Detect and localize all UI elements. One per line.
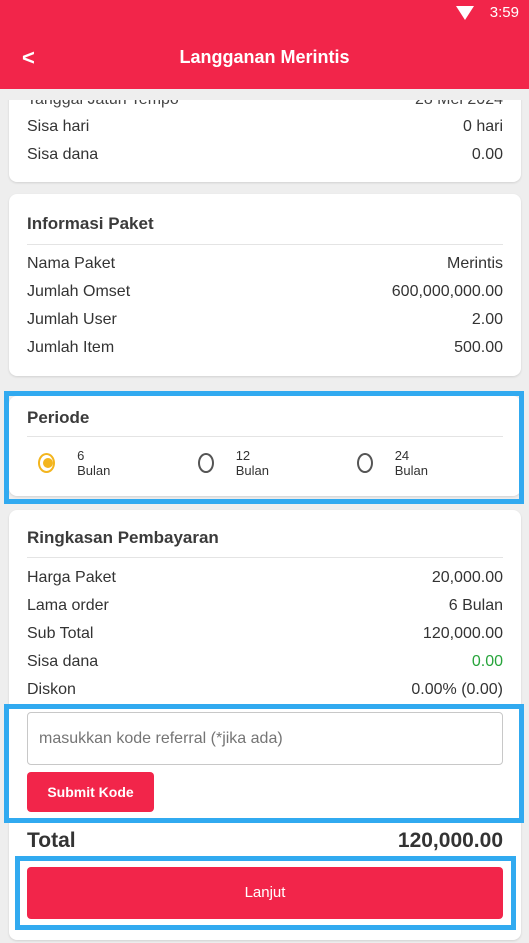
package-info-card: Informasi Paket Nama Paket Merintis Juml… bbox=[9, 194, 521, 376]
remaining-funds-label: Sisa dana bbox=[27, 146, 99, 163]
discount-row: Diskon 0.00% (0.00) bbox=[27, 678, 503, 702]
referral-code-input[interactable] bbox=[27, 712, 503, 765]
turnover-value: 600,000,000.00 bbox=[391, 283, 503, 300]
due-date-value: 28 Mei 2024 bbox=[415, 100, 503, 109]
package-info-title: Informasi Paket bbox=[27, 214, 154, 233]
remaining-balance-label: Sisa dana bbox=[27, 653, 99, 670]
payment-summary-title: Ringkasan Pembayaran bbox=[27, 528, 219, 547]
turnover-row: Jumlah Omset 600,000,000.00 bbox=[27, 280, 503, 304]
order-duration-row: Lama order 6 Bulan bbox=[27, 594, 503, 618]
remaining-balance-row: Sisa dana 0.00 bbox=[27, 650, 503, 674]
subtotal-row: Sub Total 120,000.00 bbox=[27, 622, 503, 646]
package-price-row: Harga Paket 20,000.00 bbox=[27, 566, 503, 590]
order-duration-value: 6 Bulan bbox=[448, 597, 503, 614]
package-price-value: 20,000.00 bbox=[431, 569, 503, 586]
subtotal-value: 120,000.00 bbox=[422, 625, 503, 642]
user-count-value: 2.00 bbox=[471, 311, 503, 328]
wifi-icon bbox=[456, 6, 474, 20]
package-price-label: Harga Paket bbox=[27, 569, 116, 586]
divider bbox=[27, 244, 503, 245]
remaining-funds-row: Sisa dana 0.00 bbox=[27, 143, 503, 167]
due-date-row: Tanggal Jatuh Tempo 28 Mei 2024 bbox=[27, 100, 503, 112]
package-name-label: Nama Paket bbox=[27, 255, 116, 272]
user-count-row: Jumlah User 2.00 bbox=[27, 308, 503, 332]
discount-label: Diskon bbox=[27, 681, 76, 698]
subtotal-label: Sub Total bbox=[27, 625, 94, 642]
app-bar: 3:59 < Langganan Merintis bbox=[0, 0, 529, 89]
remaining-days-label: Sisa hari bbox=[27, 118, 90, 135]
remaining-funds-value: 0.00 bbox=[471, 146, 503, 163]
remaining-days-row: Sisa hari 0 hari bbox=[27, 115, 503, 139]
submit-code-button[interactable]: Submit Kode bbox=[27, 772, 154, 812]
item-count-value: 500.00 bbox=[454, 339, 503, 356]
turnover-label: Jumlah Omset bbox=[27, 283, 131, 300]
period-highlight-box bbox=[4, 391, 524, 504]
page-title: Langganan Merintis bbox=[179, 47, 350, 67]
subscription-card: Tanggal Jatuh Tempo 28 Mei 2024 Sisa har… bbox=[9, 100, 521, 182]
remaining-days-value: 0 hari bbox=[462, 118, 503, 135]
package-name-row: Nama Paket Merintis bbox=[27, 252, 503, 276]
due-date-label: Tanggal Jatuh Tempo bbox=[27, 100, 179, 109]
order-duration-label: Lama order bbox=[27, 597, 109, 614]
total-row: Total 120,000.00 bbox=[27, 829, 503, 853]
total-label: Total bbox=[27, 829, 76, 852]
user-count-label: Jumlah User bbox=[27, 311, 117, 328]
item-count-label: Jumlah Item bbox=[27, 339, 115, 356]
item-count-row: Jumlah Item 500.00 bbox=[27, 336, 503, 360]
continue-button[interactable]: Lanjut bbox=[27, 867, 503, 919]
status-time: 3:59 bbox=[489, 4, 519, 21]
total-value: 120,000.00 bbox=[397, 829, 503, 852]
discount-value: 0.00% (0.00) bbox=[411, 681, 503, 698]
divider bbox=[27, 557, 503, 558]
remaining-balance-value: 0.00 bbox=[471, 653, 503, 670]
package-name-value: Merintis bbox=[446, 255, 503, 272]
